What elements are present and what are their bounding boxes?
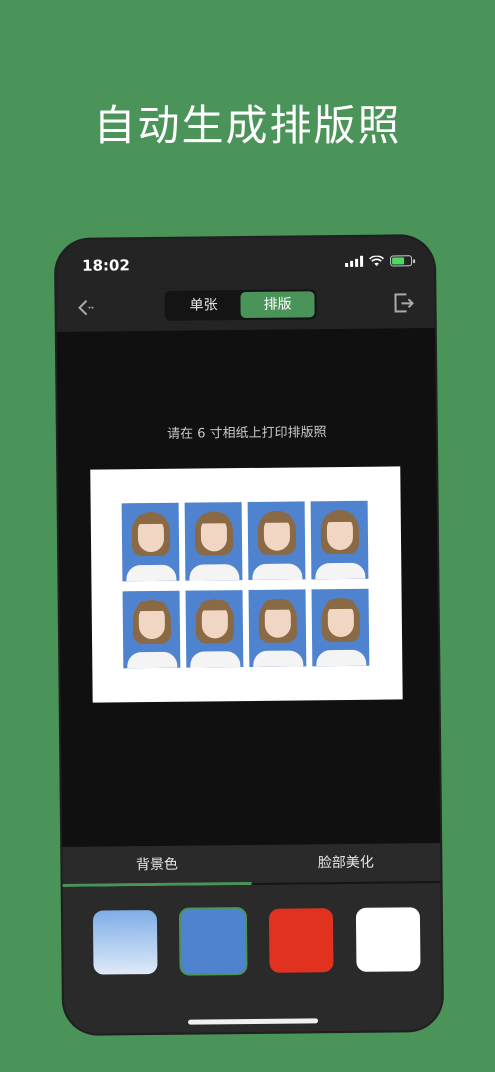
phone-screen: 18:02 单张 排版 请在 6 寸相纸上打印排版照 背景色 脸部美化 bbox=[55, 236, 443, 1034]
id-photo bbox=[247, 501, 306, 580]
id-photo bbox=[248, 588, 307, 667]
print-hint: 请在 6 寸相纸上打印排版照 bbox=[167, 425, 327, 442]
export-icon[interactable] bbox=[390, 290, 416, 316]
layout-preview-area: 请在 6 寸相纸上打印排版照 bbox=[56, 328, 441, 847]
id-photo bbox=[122, 590, 181, 669]
promo-headline: 自动生成排版照 bbox=[93, 101, 402, 150]
id-photo bbox=[311, 588, 370, 667]
tab-face-beautify[interactable]: 脸部美化 bbox=[251, 843, 440, 883]
swatch-white[interactable] bbox=[355, 907, 421, 972]
id-photo bbox=[185, 589, 244, 668]
swatch-light-blue[interactable] bbox=[92, 909, 158, 975]
swatch-blue[interactable] bbox=[178, 907, 248, 976]
background-color-picker bbox=[62, 883, 443, 1034]
nav-bar: 单张 排版 bbox=[56, 286, 435, 332]
photo-sheet bbox=[90, 466, 403, 703]
mode-segmented-control: 单张 排版 bbox=[164, 289, 317, 321]
id-photo bbox=[121, 502, 180, 581]
status-time: 18:02 bbox=[82, 256, 130, 275]
status-bar: 18:02 bbox=[55, 236, 435, 290]
segment-single[interactable]: 单张 bbox=[166, 292, 240, 319]
id-photo bbox=[184, 502, 243, 581]
home-indicator bbox=[188, 1018, 319, 1025]
segment-layout[interactable]: 排版 bbox=[240, 291, 315, 319]
edit-tabs: 背景色 脸部美化 bbox=[62, 843, 441, 885]
swatch-red[interactable] bbox=[268, 908, 334, 973]
id-photo bbox=[310, 500, 369, 579]
status-icons bbox=[345, 252, 413, 269]
battery-icon bbox=[390, 254, 413, 267]
back-icon[interactable] bbox=[72, 296, 96, 320]
tab-background-color[interactable]: 背景色 bbox=[62, 845, 251, 885]
cellular-signal-icon bbox=[345, 255, 364, 267]
wifi-icon bbox=[369, 255, 385, 266]
photo-grid bbox=[121, 500, 370, 669]
